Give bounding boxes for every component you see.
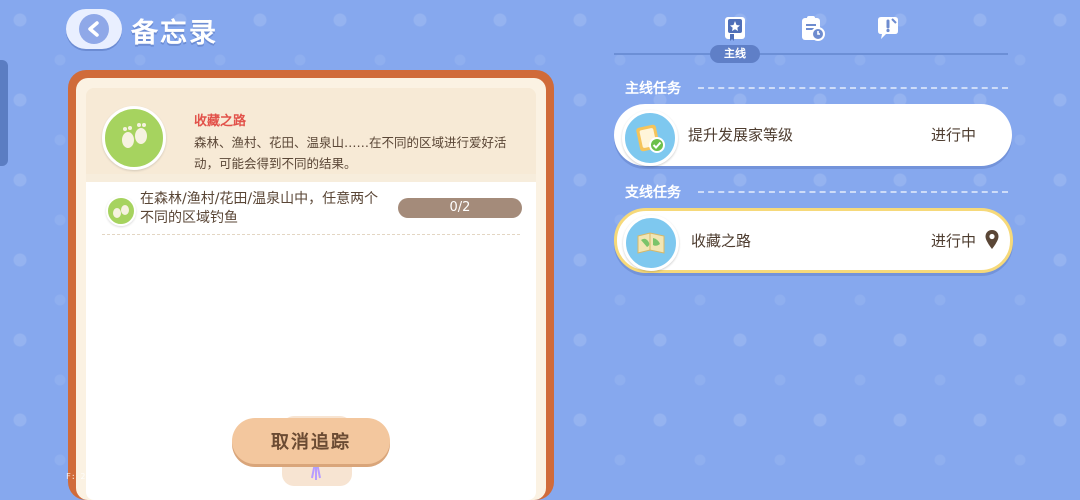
main-quest-section-title: 主线任务: [625, 81, 681, 97]
tab-side-log[interactable]: [796, 12, 828, 44]
section-divider: [698, 87, 1008, 89]
page-title: 备忘录: [131, 18, 218, 49]
debug-overlay: F: 21 R: 24 ID: 8hk4a8b: [66, 472, 196, 481]
tab-divider: [614, 53, 1008, 55]
quest-status: 进行中: [930, 126, 976, 144]
tab-main-quest[interactable]: [719, 12, 751, 44]
back-button[interactable]: [66, 9, 122, 49]
back-arrow-icon: [79, 14, 109, 44]
task-row: 在森林/渔村/花田/温泉山中，任意两个不同的区域钓鱼 0/2: [102, 190, 522, 235]
quest-name: 提升发展家等级: [688, 126, 794, 144]
cancel-tracking-button[interactable]: 取消追踪: [232, 418, 390, 464]
star-book-icon: [725, 17, 745, 41]
section-divider: [698, 191, 1008, 193]
quest-header: 收藏之路 森林、渔村、花田、温泉山……在不同的区域进行爱好活动，可能会得到不同的…: [86, 88, 536, 174]
globe-footprint-icon: [102, 106, 166, 170]
clipboard-clock-icon: [802, 16, 825, 41]
tab-hints[interactable]: [872, 12, 904, 44]
task-description: 在森林/渔村/花田/温泉山中，任意两个不同的区域钓鱼: [140, 191, 379, 226]
quest-description: 森林、渔村、花田、温泉山……在不同的区域进行爱好活动，可能会得到不同的结果。: [194, 135, 507, 171]
speech-check-icon: [878, 17, 898, 39]
location-pin-icon[interactable]: [984, 229, 1000, 251]
main-quest-card[interactable]: 提升发展家等级 进行中: [614, 104, 1012, 166]
side-quest-card[interactable]: 收藏之路 进行中: [614, 208, 1013, 273]
quest-title: 收藏之路: [194, 114, 247, 129]
quest-status: 进行中: [930, 232, 976, 250]
quest-name: 收藏之路: [691, 232, 752, 250]
clipboard-check-icon: [622, 110, 678, 166]
active-tab-label: 主线: [710, 45, 760, 63]
side-quest-section-title: 支线任务: [625, 185, 681, 201]
map-book-icon: [623, 215, 679, 271]
side-drawer-handle[interactable]: [0, 60, 8, 166]
task-progress-bar: 0/2: [398, 198, 522, 218]
globe-footprint-icon: [106, 196, 136, 226]
